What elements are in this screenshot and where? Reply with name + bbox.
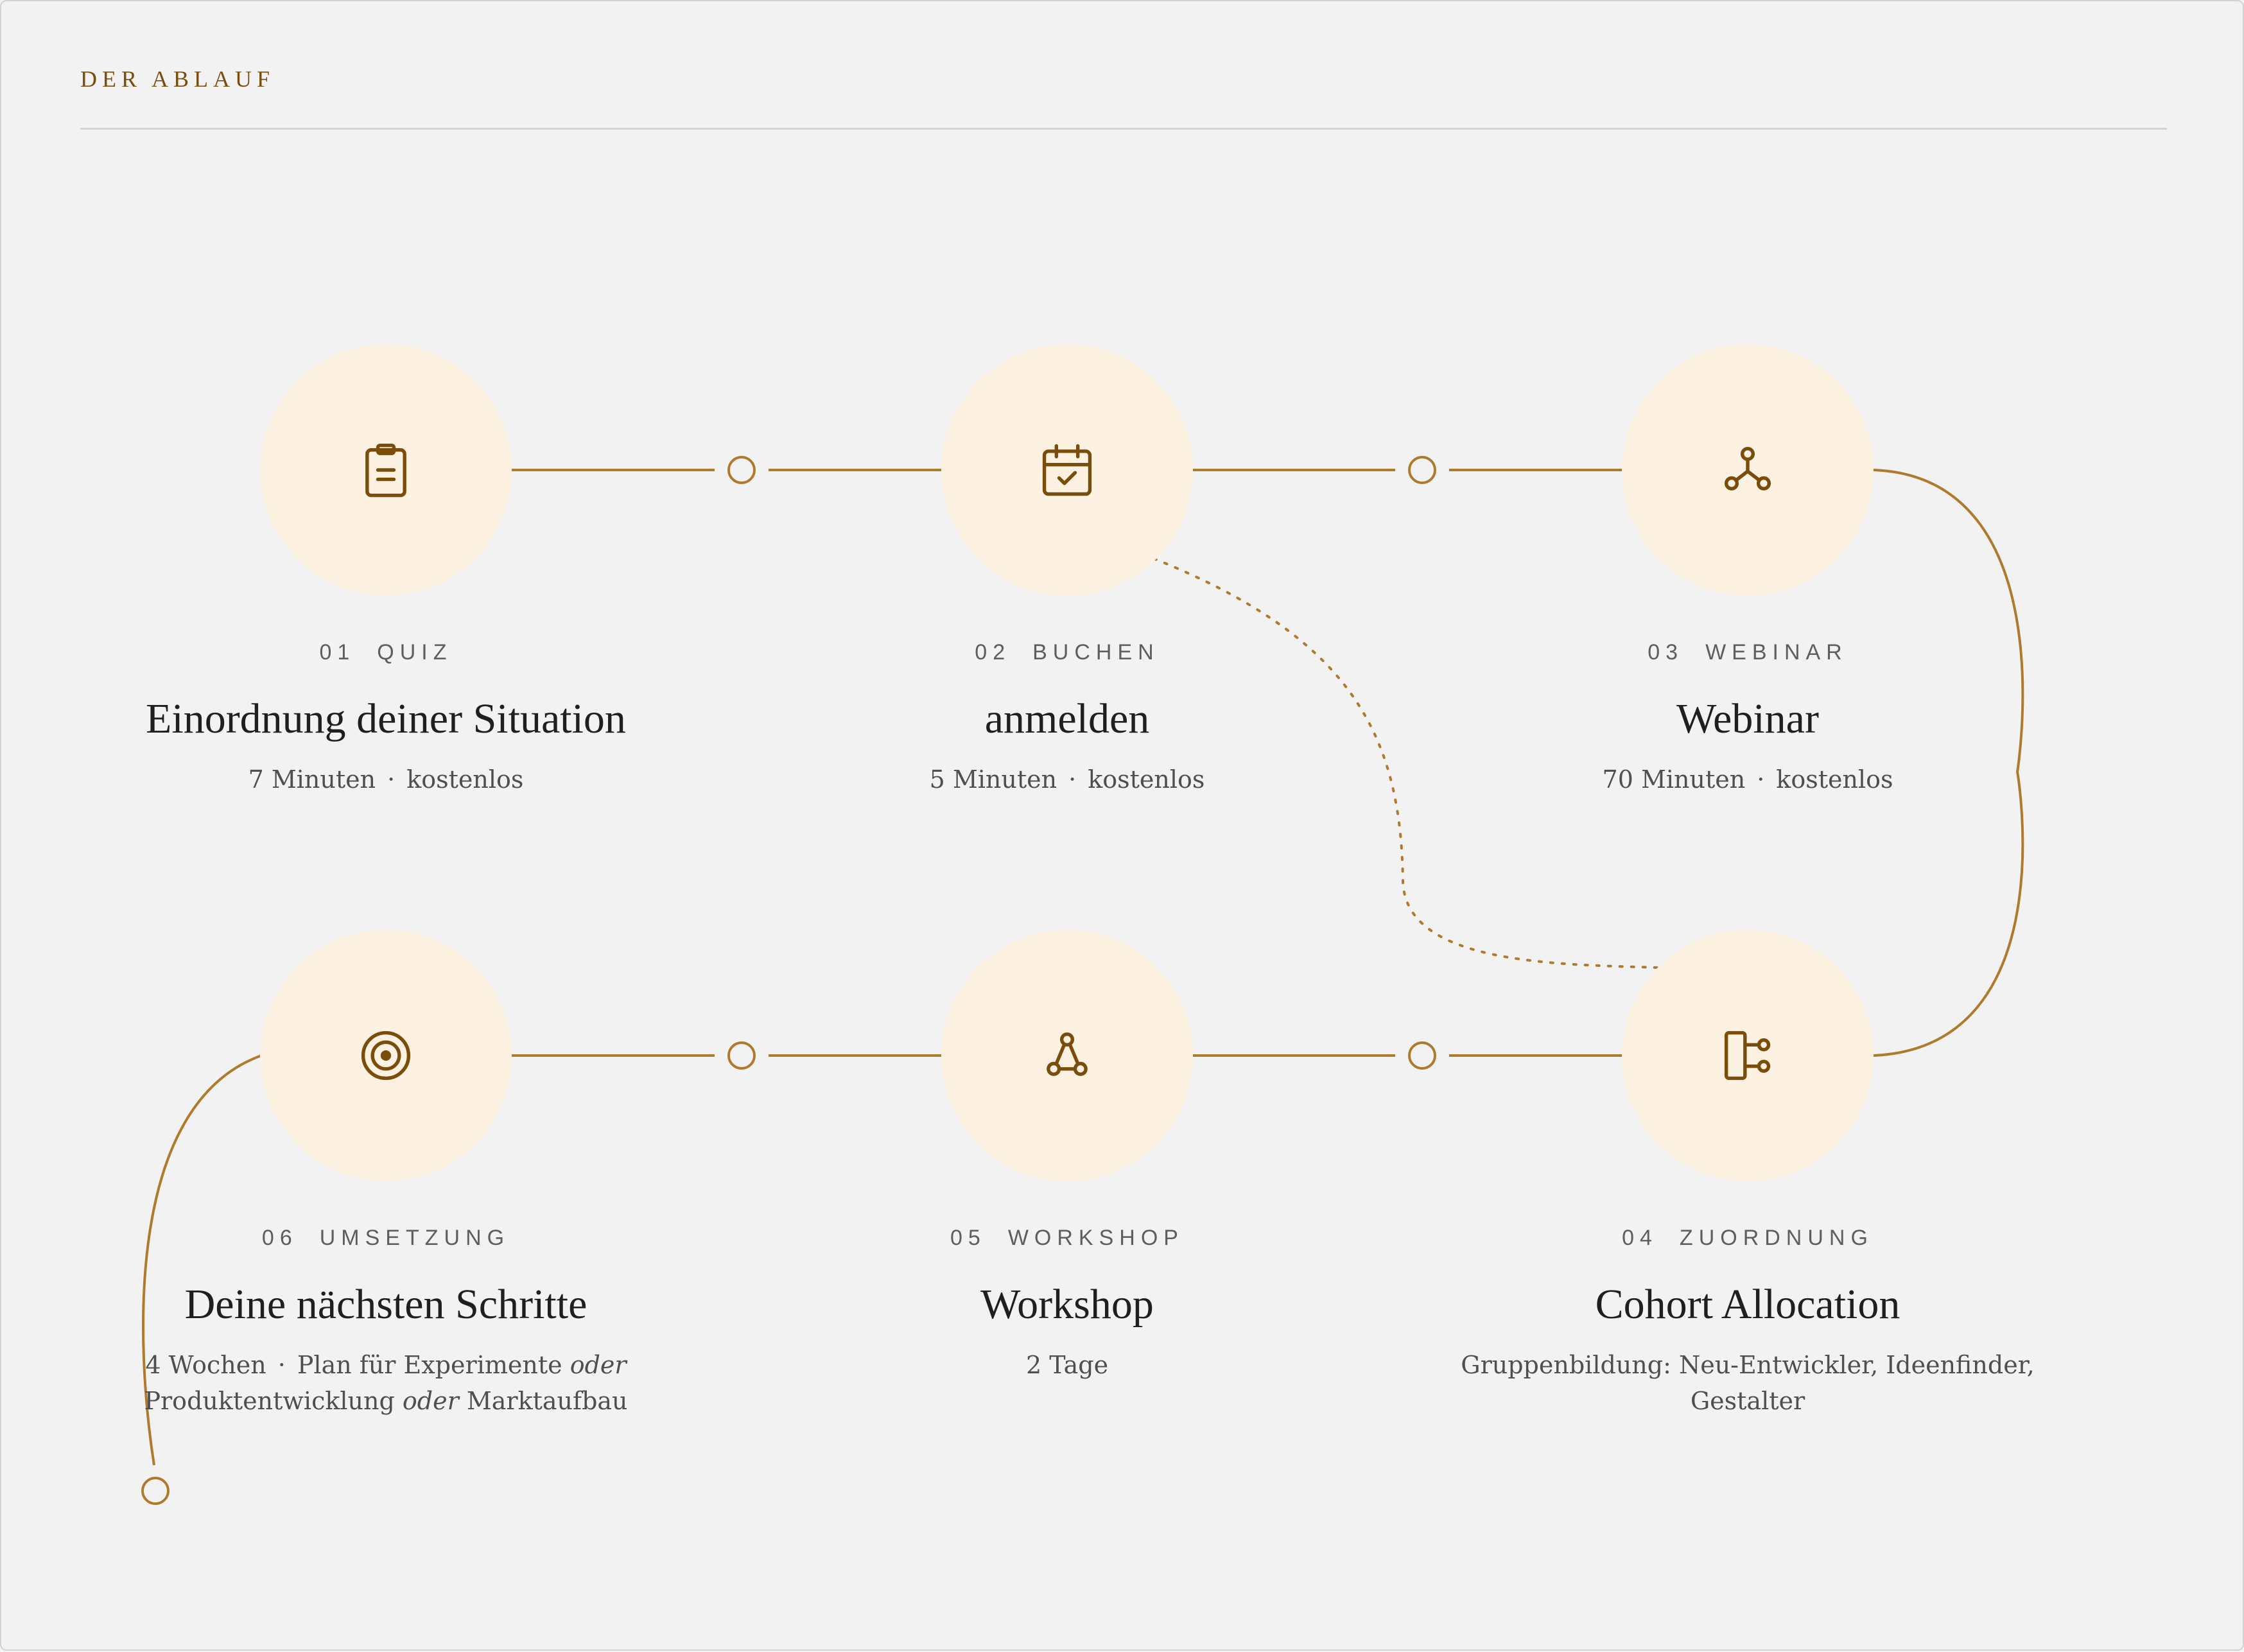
separator: · bbox=[1068, 765, 1077, 794]
step-title: Einordnung deiner Situation bbox=[146, 695, 626, 742]
step-meta: 7 Minuten · kostenlos bbox=[97, 761, 675, 797]
step-meta: Gruppenbildung: Neu-Entwickler, Ideenfin… bbox=[1459, 1347, 2037, 1419]
step-title: Deine nächsten Schritte bbox=[184, 1281, 587, 1328]
step-label: 02 BUCHEN bbox=[778, 638, 1356, 666]
step-tag: QUIZ bbox=[377, 640, 453, 665]
step-meta: 4 Wochen · Plan für Experimente oder Produ… bbox=[97, 1347, 675, 1419]
step-tag: WEBINAR bbox=[1705, 640, 1848, 665]
step-number: 02 bbox=[975, 640, 1011, 665]
split-icon bbox=[1724, 1030, 1771, 1081]
process-panel: DER ABLAUF 01 QUIZ Einordnung deiner Sit… bbox=[0, 0, 2244, 1651]
step-label: 03 WEBINAR bbox=[1459, 638, 2037, 666]
step-meta: 5 Minuten · kostenlos bbox=[778, 761, 1356, 797]
calendar-check-icon bbox=[1042, 444, 1092, 496]
step-01: 01 QUIZ Einordnung deiner Situation 7 Min… bbox=[97, 638, 675, 797]
step-04-node bbox=[1622, 930, 1874, 1181]
price: kostenlos bbox=[1088, 765, 1205, 794]
step-01-node bbox=[260, 344, 512, 596]
step-06: 06 UMSETZUNG Deine nächsten Schritte 4 Wo… bbox=[97, 1224, 675, 1419]
separator: · bbox=[1757, 765, 1765, 794]
price: kostenlos bbox=[406, 765, 524, 794]
step-03-node bbox=[1622, 344, 1874, 596]
step-number: 05 bbox=[950, 1226, 986, 1250]
step-number: 03 bbox=[1648, 640, 1684, 665]
waypoint-4 bbox=[1408, 1041, 1436, 1070]
separator: · bbox=[387, 765, 396, 794]
separator: · bbox=[277, 1351, 286, 1379]
duration: 5 Minuten bbox=[929, 765, 1057, 794]
step-label: 01 QUIZ bbox=[97, 638, 675, 666]
step-title: anmelden bbox=[984, 695, 1150, 742]
duration: 70 Minuten bbox=[1602, 765, 1746, 794]
step-number: 06 bbox=[261, 1226, 298, 1250]
duration: 2 Tage bbox=[1025, 1351, 1109, 1379]
meta-line: Gruppenbildung: Neu-Entwickler, Ideenfin… bbox=[1461, 1351, 2035, 1379]
duration: 4 Wochen bbox=[145, 1351, 266, 1379]
step-title: Workshop bbox=[980, 1281, 1154, 1328]
meta-text: Produktentwicklung bbox=[144, 1387, 395, 1415]
step-05: 05 WORKSHOP Workshop 2 Tage bbox=[778, 1224, 1356, 1383]
step-title: Cohort Allocation bbox=[1595, 1281, 1900, 1328]
step-number: 01 bbox=[319, 640, 356, 665]
meta-or: oder bbox=[570, 1351, 627, 1379]
price: kostenlos bbox=[1776, 765, 1893, 794]
meta-line: Gestalter bbox=[1690, 1387, 1805, 1415]
step-label: 04 ZUORDNUNG bbox=[1459, 1224, 2037, 1252]
step-meta: 2 Tage bbox=[778, 1347, 1356, 1383]
step-tag: ZUORDNUNG bbox=[1679, 1226, 1874, 1250]
step-meta: 70 Minuten · kostenlos bbox=[1459, 761, 2037, 797]
step-06-node bbox=[260, 930, 512, 1181]
step-05-node bbox=[941, 930, 1193, 1181]
waypoint-3 bbox=[727, 1041, 756, 1070]
meta-text: Marktaufbau bbox=[466, 1387, 628, 1415]
network-icon bbox=[1724, 446, 1771, 491]
step-title: Webinar bbox=[1676, 695, 1819, 742]
step-number: 04 bbox=[1622, 1226, 1658, 1250]
clipboard-icon bbox=[365, 443, 406, 498]
step-04: 04 ZUORDNUNG Cohort Allocation Gruppenbil… bbox=[1459, 1224, 2037, 1419]
waypoint-1 bbox=[727, 456, 756, 484]
meta-or: oder bbox=[402, 1387, 459, 1415]
end-waypoint bbox=[141, 1477, 170, 1505]
step-03: 03 WEBINAR Webinar 70 Minuten · kostenlos bbox=[1459, 638, 2037, 797]
waypoint-2 bbox=[1408, 456, 1436, 484]
step-tag: BUCHEN bbox=[1032, 640, 1160, 665]
step-02: 02 BUCHEN anmelden 5 Minuten · kostenlos bbox=[778, 638, 1356, 797]
step-tag: WORKSHOP bbox=[1007, 1226, 1184, 1250]
step-tag: UMSETZUNG bbox=[319, 1226, 510, 1250]
step-label: 05 WORKSHOP bbox=[778, 1224, 1356, 1252]
step-label: 06 UMSETZUNG bbox=[97, 1224, 675, 1252]
duration: 7 Minuten bbox=[248, 765, 376, 794]
meta-text: Plan für Experimente bbox=[297, 1351, 562, 1379]
target-icon bbox=[361, 1030, 411, 1081]
nodes-icon bbox=[1047, 1032, 1088, 1076]
step-02-node bbox=[941, 344, 1193, 596]
